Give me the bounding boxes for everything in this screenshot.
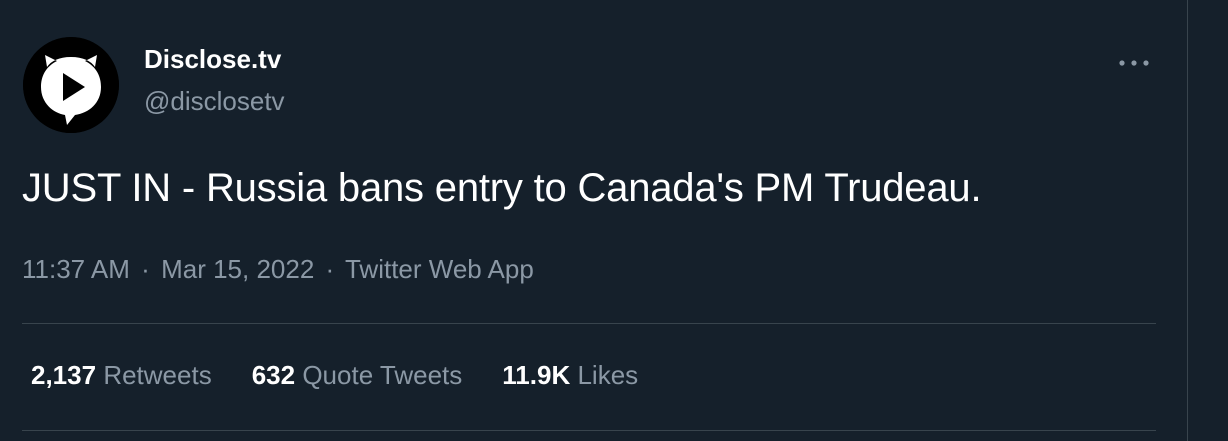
tweet-source[interactable]: Twitter Web App [345,254,534,284]
retweets-label: Retweets [103,360,212,390]
tweet-date[interactable]: Mar 15, 2022 [161,254,314,284]
retweets-count: 2,137 [31,360,97,390]
meta-separator: · [141,254,150,284]
likes-count: 11.9K [502,360,571,390]
tweet-stats: 2,137 Retweets 632 Quote Tweets 11.9K Li… [31,360,678,391]
meta-separator: · [325,254,335,284]
author-display-name[interactable]: Disclose.tv [144,44,281,75]
more-options-icon [1119,60,1149,66]
column-border [1187,0,1188,441]
divider [22,323,1156,324]
tweet-text: JUST IN - Russia bans entry to Canada's … [22,166,982,210]
likes-stat[interactable]: 11.9K Likes [502,360,638,391]
tweet-meta: 11:37 AM · Mar 15, 2022 · Twitter Web Ap… [22,254,534,285]
quote-tweets-label: Quote Tweets [302,360,463,390]
quote-tweets-count: 632 [251,360,296,390]
avatar[interactable] [23,37,119,133]
author-handle[interactable]: @disclosetv [144,86,285,117]
divider [22,430,1156,431]
disclosetv-logo-icon [23,37,119,133]
tweet-detail: Disclose.tv @disclosetv JUST IN - Russia… [0,0,1187,441]
more-options-button[interactable] [1114,48,1154,78]
tweet-time[interactable]: 11:37 AM [22,254,130,284]
retweets-stat[interactable]: 2,137 Retweets [31,360,212,391]
likes-label: Likes [577,360,639,390]
quote-tweets-stat[interactable]: 632 Quote Tweets [252,360,463,391]
